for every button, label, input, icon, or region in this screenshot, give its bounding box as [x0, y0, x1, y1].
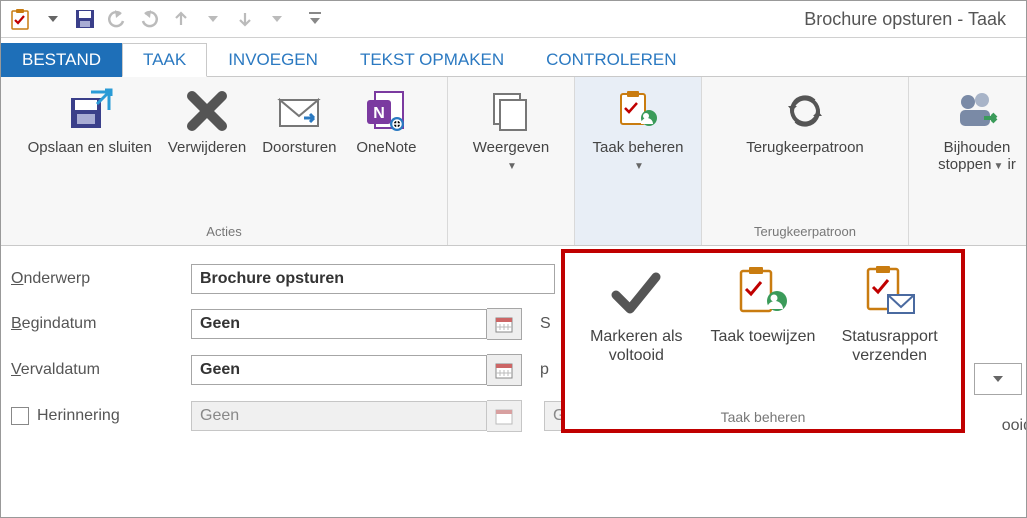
send-status-label: Statusrapport verzenden: [830, 327, 950, 365]
quick-access-toolbar: Brochure opsturen - Taak: [1, 1, 1026, 38]
mark-complete-label: Markeren als voltooid: [576, 327, 696, 365]
recurrence-label: Terugkeerpatroon: [746, 139, 864, 156]
forward-label: Doorsturen: [262, 139, 336, 156]
chevron-down-icon: ▼: [507, 161, 517, 173]
onenote-button[interactable]: N OneNote: [344, 83, 428, 160]
manage-task-label: Taak beheren▼: [591, 139, 685, 174]
tab-task[interactable]: TAAK: [122, 43, 207, 77]
reminder-date-input: [191, 401, 487, 431]
dropdown-footer-label: Taak beheren: [565, 409, 961, 425]
next-icon[interactable]: [231, 5, 259, 33]
drop-caret-icon[interactable]: [39, 5, 67, 33]
show-button[interactable]: Weergeven▼: [465, 83, 557, 178]
delete-button[interactable]: Verwijderen: [160, 83, 254, 160]
qat-customize-icon[interactable]: [301, 5, 329, 33]
send-status-icon: [862, 265, 918, 321]
due-date-label: Vervaldatum: [11, 361, 191, 379]
delete-label: Verwijderen: [168, 139, 246, 156]
start-date-input[interactable]: [191, 309, 487, 339]
chevron-down-icon: ▼: [993, 161, 1003, 173]
start-date-picker-button[interactable]: [487, 308, 522, 340]
save-icon[interactable]: [71, 5, 99, 33]
group-tracking: Bijhouden stoppen▼ ir: [909, 77, 1027, 245]
calendar-icon: [495, 407, 513, 425]
onenote-label: OneNote: [356, 139, 416, 156]
stop-tracking-icon: [953, 87, 1001, 135]
ribbon-tabstrip: BESTAND TAAK INVOEGEN TEKST OPMAKEN CONT…: [1, 38, 1026, 76]
tab-format-text[interactable]: TEKST OPMAKEN: [339, 43, 525, 77]
redo-icon[interactable]: [135, 5, 163, 33]
tab-file[interactable]: BESTAND: [1, 43, 122, 77]
qat-task-icon[interactable]: [7, 5, 35, 33]
undo-icon[interactable]: [103, 5, 131, 33]
send-status-report-button[interactable]: Statusrapport verzenden: [830, 265, 950, 365]
drop-caret-icon[interactable]: [199, 5, 227, 33]
manage-task-button[interactable]: Taak beheren▼: [583, 83, 693, 178]
show-label: Weergeven▼: [473, 139, 549, 174]
forward-button[interactable]: Doorsturen: [254, 83, 344, 160]
save-close-icon: [66, 87, 114, 135]
recurrence-button[interactable]: Terugkeerpatroon: [738, 83, 872, 160]
status-dropdown-button[interactable]: [974, 363, 1022, 395]
group-actions-label: Acties: [9, 222, 439, 243]
assign-task-button[interactable]: Taak toewijzen: [703, 265, 823, 365]
start-date-label: Begindatum: [11, 315, 191, 333]
priority-initial: p: [540, 361, 549, 379]
stop-tracking-label: Bijhouden stoppen▼ ir: [925, 139, 1027, 174]
ribbon: Opslaan en sluiten Verwijderen Doorsture…: [1, 76, 1026, 246]
reminder-checkbox[interactable]: [11, 407, 29, 425]
reminder-date-picker-button: [487, 400, 522, 432]
calendar-icon: [495, 361, 513, 379]
manage-task-dropdown: Markeren als voltooid Taak toewijzen Sta…: [561, 249, 965, 433]
calendar-icon: [495, 315, 513, 333]
svg-text:N: N: [374, 105, 386, 122]
show-icon: [487, 87, 535, 135]
onenote-icon: N: [362, 87, 410, 135]
assign-task-label: Taak toewijzen: [711, 327, 816, 346]
save-and-close-button[interactable]: Opslaan en sluiten: [20, 83, 160, 160]
assign-task-icon: [735, 265, 791, 321]
prev-icon[interactable]: [167, 5, 195, 33]
save-and-close-label: Opslaan en sluiten: [28, 139, 152, 156]
group-recurrence-label: Terugkeerpatroon: [710, 222, 900, 243]
tab-insert[interactable]: INVOEGEN: [207, 43, 339, 77]
mark-complete-button[interactable]: Markeren als voltooid: [576, 265, 696, 365]
stop-tracking-button[interactable]: Bijhouden stoppen▼ ir: [917, 83, 1027, 178]
check-icon: [608, 265, 664, 321]
group-recurrence: Terugkeerpatroon Terugkeerpatroon: [702, 77, 909, 245]
reminder-label: Herinnering: [11, 407, 191, 425]
due-date-input[interactable]: [191, 355, 487, 385]
chevron-down-icon: ▼: [634, 161, 644, 173]
subject-input[interactable]: [191, 264, 555, 294]
subject-label: Onderwerp: [11, 270, 191, 288]
percent-complete-trailing: ooid: [1002, 417, 1027, 435]
due-date-picker-button[interactable]: [487, 354, 522, 386]
forward-icon: [275, 87, 323, 135]
group-actions: Opslaan en sluiten Verwijderen Doorsture…: [1, 77, 448, 245]
drop-caret-icon[interactable]: [263, 5, 291, 33]
group-show: Weergeven▼: [448, 77, 575, 245]
status-initial: S: [540, 315, 551, 333]
window-title: Brochure opsturen - Taak: [804, 1, 1026, 37]
manage-task-icon: [614, 87, 662, 135]
tab-review[interactable]: CONTROLEREN: [525, 43, 697, 77]
recurrence-icon: [781, 87, 829, 135]
group-manage-task: Taak beheren▼: [575, 77, 702, 245]
delete-icon: [183, 87, 231, 135]
